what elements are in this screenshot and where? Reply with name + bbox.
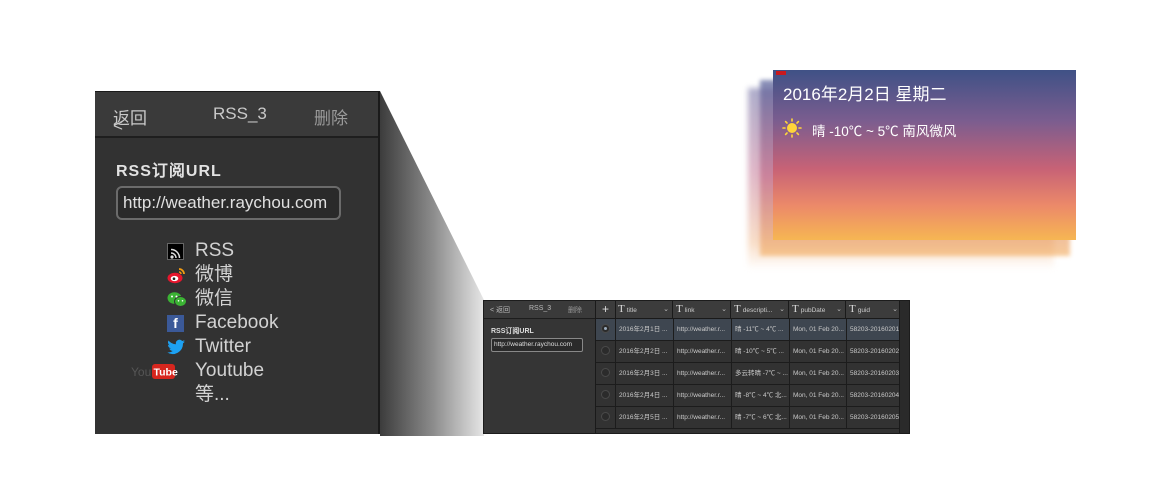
rss-app-window: < 返回 RSS_3 删除 RSS订阅URL http://weather.ra… xyxy=(483,300,910,434)
weather-card: 2016年2月2日 星期二 晴 -10℃ ~ 5℃ 南风微风 xyxy=(773,70,1076,240)
table-cell: 2016年2月2日 ... xyxy=(615,341,673,362)
row-select-radio[interactable] xyxy=(601,346,610,355)
column-label: title xyxy=(626,307,637,314)
table-row[interactable]: 2016年2月4日 ... http://weather.r... 晴 -8℃ … xyxy=(596,385,902,407)
panel-header: < 返回 RSS_3 删除 xyxy=(484,301,595,319)
source-label: Twitter xyxy=(195,336,251,357)
column-header-link[interactable]: Tlink ⌄ xyxy=(673,301,731,318)
panel-title: RSS_3 xyxy=(529,305,552,312)
table-cell: http://weather.r... xyxy=(673,319,731,340)
rss-icon xyxy=(167,243,184,260)
table-cell: Mon, 01 Feb 20... xyxy=(789,341,846,362)
panel-title: RSS_3 xyxy=(213,104,267,123)
svg-text:Tube: Tube xyxy=(154,367,178,379)
column-label: link xyxy=(684,307,695,314)
rss-settings-panel-zoomed: < 返回 RSS_3 删除 RSS订阅URL http://weather.ra… xyxy=(95,91,380,434)
text-type-icon: T xyxy=(676,303,683,315)
chevron-down-icon[interactable]: ⌄ xyxy=(721,301,727,318)
column-header-guid[interactable]: Tguid ⌄ xyxy=(846,301,902,318)
row-select-radio[interactable] xyxy=(601,390,610,399)
column-header-pubdate[interactable]: TpubDate ⌄ xyxy=(789,301,846,318)
add-column-button[interactable]: + xyxy=(596,301,616,318)
table-cell: http://weather.r... xyxy=(673,363,731,384)
chevron-left-icon: < xyxy=(113,116,123,135)
table-cell: http://weather.r... xyxy=(673,341,731,362)
row-select-radio[interactable] xyxy=(601,368,610,377)
table-cell: 晴 -10℃ ~ 5℃ ... xyxy=(731,341,789,362)
sun-icon xyxy=(782,118,802,138)
column-label: descripti... xyxy=(742,307,773,314)
back-button[interactable]: < 返回 xyxy=(490,305,510,315)
text-type-icon: T xyxy=(734,303,741,315)
table-cell: Mon, 01 Feb 20... xyxy=(789,363,846,384)
table-cell: Mon, 01 Feb 20... xyxy=(789,319,846,340)
table-cell: Mon, 01 Feb 20... xyxy=(789,385,846,406)
delete-button[interactable]: 删除 xyxy=(314,104,348,129)
rss-url-label: RSS订阅URL xyxy=(491,328,534,335)
column-header-title[interactable]: Ttitle ⌄ xyxy=(615,301,673,318)
table-cell: 58203-20160202 xyxy=(846,341,902,362)
column-label: guid xyxy=(857,307,871,314)
grid-header: + Ttitle ⌄ Tlink ⌄ Tdescripti... ⌄ TpubD… xyxy=(596,301,902,319)
row-select-radio[interactable] xyxy=(601,324,610,333)
table-cell: 58203-20160203 xyxy=(846,363,902,384)
text-type-icon: T xyxy=(618,303,625,315)
panel-header: < 返回 RSS_3 删除 xyxy=(95,92,378,138)
table-cell: 2016年2月1日 ... xyxy=(615,319,673,340)
rss-settings-panel: < 返回 RSS_3 删除 RSS订阅URL http://weather.ra… xyxy=(484,301,596,433)
rss-url-label: RSS订阅URL xyxy=(116,163,222,180)
facebook-icon: f xyxy=(167,315,184,332)
rss-url-input[interactable]: http://weather.raychou.com xyxy=(491,338,583,352)
chevron-down-icon[interactable]: ⌄ xyxy=(892,301,898,318)
table-cell: 2016年2月4日 ... xyxy=(615,385,673,406)
table-row[interactable]: 2016年2月3日 ... http://weather.r... 多云转晴 -… xyxy=(596,363,902,385)
chevron-down-icon[interactable]: ⌄ xyxy=(836,301,842,318)
youtube-icon: You Tube xyxy=(131,363,187,380)
table-cell: 58203-20160204 xyxy=(846,385,902,406)
source-label: Youtube xyxy=(195,360,265,381)
source-label: 微博 xyxy=(195,264,234,285)
source-label: RSS xyxy=(195,240,235,261)
zoom-connector xyxy=(380,91,484,436)
svg-text:You: You xyxy=(131,365,151,379)
table-cell: 2016年2月3日 ... xyxy=(615,363,673,384)
table-cell: 多云转晴 -7℃ ~ ... xyxy=(731,363,789,384)
table-cell: Mon, 01 Feb 20... xyxy=(789,407,846,428)
row-select-radio[interactable] xyxy=(601,412,610,421)
table-cell: 晴 -11℃ ~ 4℃ ... xyxy=(731,319,789,340)
table-cell: 晴 -8℃ ~ 4℃ 北... xyxy=(731,385,789,406)
text-type-icon: T xyxy=(849,303,856,315)
source-label: 等... xyxy=(195,384,230,405)
table-cell: http://weather.r... xyxy=(673,407,731,428)
table-row[interactable]: 2016年2月2日 ... http://weather.r... 晴 -10℃… xyxy=(596,341,902,363)
table-cell: 晴 -7℃ ~ 6℃ 北... xyxy=(731,407,789,428)
table-cell: 58203-20160205 xyxy=(846,407,902,428)
weather-date: 2016年2月2日 星期二 xyxy=(783,85,947,104)
weibo-icon xyxy=(167,267,185,284)
column-header-description[interactable]: Tdescripti... ⌄ xyxy=(731,301,789,318)
table-row[interactable]: 2016年2月1日 ... http://weather.r... 晴 -11℃… xyxy=(596,319,902,341)
table-cell: http://weather.r... xyxy=(673,385,731,406)
table-row[interactable]: 2016年2月5日 ... http://weather.r... 晴 -7℃ … xyxy=(596,407,902,429)
weather-description: 晴 -10℃ ~ 5℃ 南风微风 xyxy=(812,124,957,139)
data-grid: + Ttitle ⌄ Tlink ⌄ Tdescripti... ⌄ TpubD… xyxy=(596,301,902,433)
column-label: pubDate xyxy=(800,307,826,314)
rss-url-input[interactable]: http://weather.raychou.com xyxy=(116,186,341,220)
red-badge xyxy=(776,71,786,75)
vertical-scrollbar[interactable] xyxy=(899,301,909,433)
source-label: Facebook xyxy=(195,312,279,333)
source-label: 微信 xyxy=(195,288,234,309)
table-cell: 2016年2月5日 ... xyxy=(615,407,673,428)
chevron-down-icon[interactable]: ⌄ xyxy=(663,301,669,318)
table-cell: 58203-20160201 xyxy=(846,319,902,340)
text-type-icon: T xyxy=(792,303,799,315)
back-button[interactable]: < 返回 xyxy=(113,104,147,135)
wechat-icon xyxy=(167,291,187,308)
delete-button[interactable]: 删除 xyxy=(568,305,582,315)
twitter-icon xyxy=(167,339,185,356)
chevron-down-icon[interactable]: ⌄ xyxy=(779,301,785,318)
